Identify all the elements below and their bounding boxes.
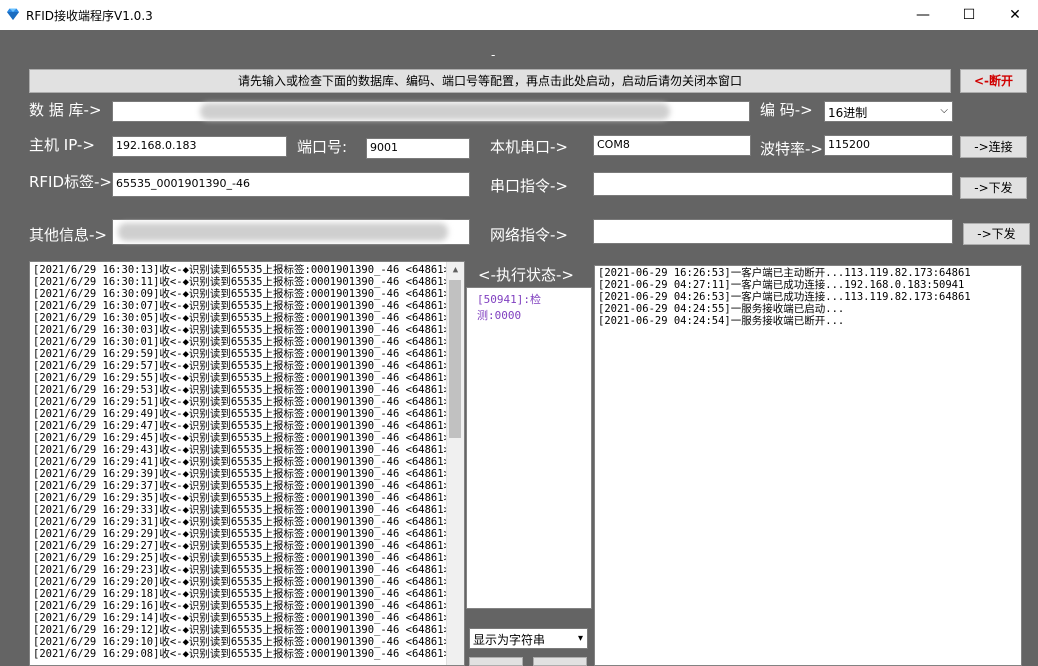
log-line: [2021/6/29 16:29:29]收<-◆识别读到65535上报标签:00… bbox=[33, 528, 450, 540]
disconnect-button[interactable]: <-断开 bbox=[960, 69, 1027, 93]
other-info-label: 其他信息-> bbox=[29, 226, 107, 244]
port-label: 端口号: bbox=[297, 138, 348, 156]
log-line: [2021/6/29 16:29:12]收<-◆识别读到65535上报标签:00… bbox=[33, 624, 450, 636]
connection-log-lines: [2021-06-29 16:26:53]一客户端已主动断开...113.119… bbox=[595, 267, 1021, 327]
scroll-thumb[interactable] bbox=[449, 280, 461, 438]
maximize-icon: ☐ bbox=[962, 7, 976, 23]
log-line: [2021/6/29 16:29:59]收<-◆识别读到65535上报标签:00… bbox=[33, 348, 450, 360]
diamond-icon bbox=[7, 8, 19, 20]
close-icon: ✕ bbox=[1009, 7, 1021, 23]
local-serial-field[interactable]: COM8 bbox=[593, 135, 751, 156]
log-line: [2021/6/29 16:29:23]收<-◆识别读到65535上报标签:00… bbox=[33, 564, 450, 576]
exec-status-panel[interactable]: [50941]:检测:0000 bbox=[466, 287, 592, 609]
bottom-button-1[interactable] bbox=[469, 657, 523, 666]
host-ip-label: 主机 IP-> bbox=[29, 136, 95, 154]
log-line: [2021/6/29 16:30:01]收<-◆识别读到65535上报标签:00… bbox=[33, 336, 450, 348]
host-ip-field[interactable]: 192.168.0.183 bbox=[112, 136, 287, 157]
encoding-label: 编 码-> bbox=[760, 101, 813, 119]
exec-status-text: [50941]:检测:0000 bbox=[477, 293, 541, 322]
rfid-field[interactable]: 65535_0001901390_-46 bbox=[112, 172, 470, 197]
log-line: [2021/6/29 16:29:31]收<-◆识别读到65535上报标签:00… bbox=[33, 516, 450, 528]
network-command-label: 网络指令-> bbox=[490, 226, 568, 244]
log-line: [2021/6/29 16:30:09]收<-◆识别读到65535上报标签:00… bbox=[33, 288, 450, 300]
log-line: [2021/6/29 16:29:18]收<-◆识别读到65535上报标签:00… bbox=[33, 588, 450, 600]
redacted-blur bbox=[200, 103, 670, 120]
local-serial-label: 本机串口-> bbox=[490, 138, 568, 156]
log-line: [2021/6/29 16:29:27]收<-◆识别读到65535上报标签:00… bbox=[33, 540, 450, 552]
connection-log-line: [2021-06-29 16:26:53]一客户端已主动断开...113.119… bbox=[598, 267, 971, 279]
network-command-field[interactable] bbox=[593, 219, 953, 244]
log-line: [2021/6/29 16:29:20]收<-◆识别读到65535上报标签:00… bbox=[33, 576, 450, 588]
maximize-button[interactable]: ☐ bbox=[946, 0, 992, 30]
connection-log-line: [2021-06-29 04:27:11]一客户端已成功连接...192.168… bbox=[598, 279, 965, 291]
receive-log-scrollbar[interactable]: ▲ bbox=[446, 262, 464, 665]
connection-log-line: [2021-06-29 04:26:53]一客户端已成功连接...113.119… bbox=[598, 291, 971, 303]
log-line: [2021/6/29 16:30:05]收<-◆识别读到65535上报标签:00… bbox=[33, 312, 450, 324]
close-button[interactable]: ✕ bbox=[992, 0, 1038, 30]
display-mode-value: 显示为字符串 bbox=[473, 633, 546, 647]
log-line: [2021/6/29 16:29:35]收<-◆识别读到65535上报标签:00… bbox=[33, 492, 450, 504]
log-line: [2021/6/29 16:29:33]收<-◆识别读到65535上报标签:00… bbox=[33, 504, 450, 516]
serial-command-label: 串口指令-> bbox=[490, 177, 568, 195]
baud-label: 波特率-> bbox=[760, 140, 823, 158]
log-line: [2021/6/29 16:30:07]收<-◆识别读到65535上报标签:00… bbox=[33, 300, 450, 312]
log-line: [2021/6/29 16:29:08]收<-◆识别读到65535上报标签:00… bbox=[33, 648, 450, 660]
chevron-down-icon: ⌵ bbox=[940, 105, 948, 116]
log-line: [2021/6/29 16:29:43]收<-◆识别读到65535上报标签:00… bbox=[33, 444, 450, 456]
minimize-button[interactable]: — bbox=[900, 0, 946, 30]
encoding-select[interactable]: 16进制 ⌵ bbox=[824, 101, 953, 122]
log-line: [2021/6/29 16:29:45]收<-◆识别读到65535上报标签:00… bbox=[33, 432, 450, 444]
port-field[interactable]: 9001 bbox=[366, 138, 470, 159]
connection-log-line: [2021-06-29 04:24:55]一服务接收端已启动... bbox=[598, 303, 845, 315]
send-serial-button[interactable]: ->下发 bbox=[960, 177, 1027, 199]
log-line: [2021/6/29 16:29:49]收<-◆识别读到65535上报标签:00… bbox=[33, 408, 450, 420]
scroll-up-icon[interactable]: ▲ bbox=[447, 262, 464, 279]
connection-log[interactable]: [2021-06-29 16:26:53]一客户端已主动断开...113.119… bbox=[594, 265, 1022, 666]
connect-button[interactable]: ->连接 bbox=[960, 136, 1027, 158]
log-line: [2021/6/29 16:30:13]收<-◆识别读到65535上报标签:00… bbox=[33, 264, 450, 276]
log-line: [2021/6/29 16:30:03]收<-◆识别读到65535上报标签:00… bbox=[33, 324, 450, 336]
rfid-label: RFID标签-> bbox=[29, 173, 113, 191]
window-title: RFID接收端程序V1.0.3 bbox=[26, 9, 153, 23]
start-button[interactable]: 请先输入或检查下面的数据库、编码、端口号等配置，再点击此处启动，启动后请勿关闭本… bbox=[29, 69, 951, 93]
serial-command-field[interactable] bbox=[593, 172, 953, 196]
log-line: [2021/6/29 16:29:16]收<-◆识别读到65535上报标签:00… bbox=[33, 600, 450, 612]
client-area: - 请先输入或检查下面的数据库、编码、端口号等配置，再点击此处启动，启动后请勿关… bbox=[0, 30, 1038, 666]
log-line: [2021/6/29 16:29:47]收<-◆识别读到65535上报标签:00… bbox=[33, 420, 450, 432]
receive-log-lines: [2021/6/29 16:30:13]收<-◆识别读到65535上报标签:00… bbox=[30, 264, 464, 660]
title-bar: RFID接收端程序V1.0.3 — ☐ ✕ bbox=[0, 0, 1038, 30]
receive-log[interactable]: [2021/6/29 16:30:13]收<-◆识别读到65535上报标签:00… bbox=[29, 261, 465, 666]
log-line: [2021/6/29 16:29:10]收<-◆识别读到65535上报标签:00… bbox=[33, 636, 450, 648]
exec-status-label: <-执行状态-> bbox=[478, 266, 574, 284]
log-line: [2021/6/29 16:30:11]收<-◆识别读到65535上报标签:00… bbox=[33, 276, 450, 288]
dropdown-arrow-icon: ▾ bbox=[577, 633, 583, 644]
log-line: [2021/6/29 16:29:14]收<-◆识别读到65535上报标签:00… bbox=[33, 612, 450, 624]
connection-log-line: [2021-06-29 04:24:54]一服务接收端已断开... bbox=[598, 315, 845, 327]
send-network-button[interactable]: ->下发 bbox=[963, 223, 1030, 245]
dash-label: - bbox=[491, 48, 496, 62]
redacted-blur bbox=[118, 223, 448, 241]
encoding-value: 16进制 bbox=[828, 106, 868, 120]
log-line: [2021/6/29 16:29:39]收<-◆识别读到65535上报标签:00… bbox=[33, 468, 450, 480]
database-label: 数 据 库-> bbox=[29, 101, 102, 119]
log-line: [2021/6/29 16:29:37]收<-◆识别读到65535上报标签:00… bbox=[33, 480, 450, 492]
baud-field[interactable]: 115200 bbox=[824, 135, 953, 156]
display-mode-select[interactable]: 显示为字符串 ▾ bbox=[469, 628, 588, 649]
log-line: [2021/6/29 16:29:25]收<-◆识别读到65535上报标签:00… bbox=[33, 552, 450, 564]
log-line: [2021/6/29 16:29:57]收<-◆识别读到65535上报标签:00… bbox=[33, 360, 450, 372]
minimize-icon: — bbox=[916, 7, 930, 23]
log-line: [2021/6/29 16:29:51]收<-◆识别读到65535上报标签:00… bbox=[33, 396, 450, 408]
log-line: [2021/6/29 16:29:53]收<-◆识别读到65535上报标签:00… bbox=[33, 384, 450, 396]
log-line: [2021/6/29 16:29:41]收<-◆识别读到65535上报标签:00… bbox=[33, 456, 450, 468]
log-line: [2021/6/29 16:29:55]收<-◆识别读到65535上报标签:00… bbox=[33, 372, 450, 384]
bottom-button-2[interactable] bbox=[533, 657, 587, 666]
